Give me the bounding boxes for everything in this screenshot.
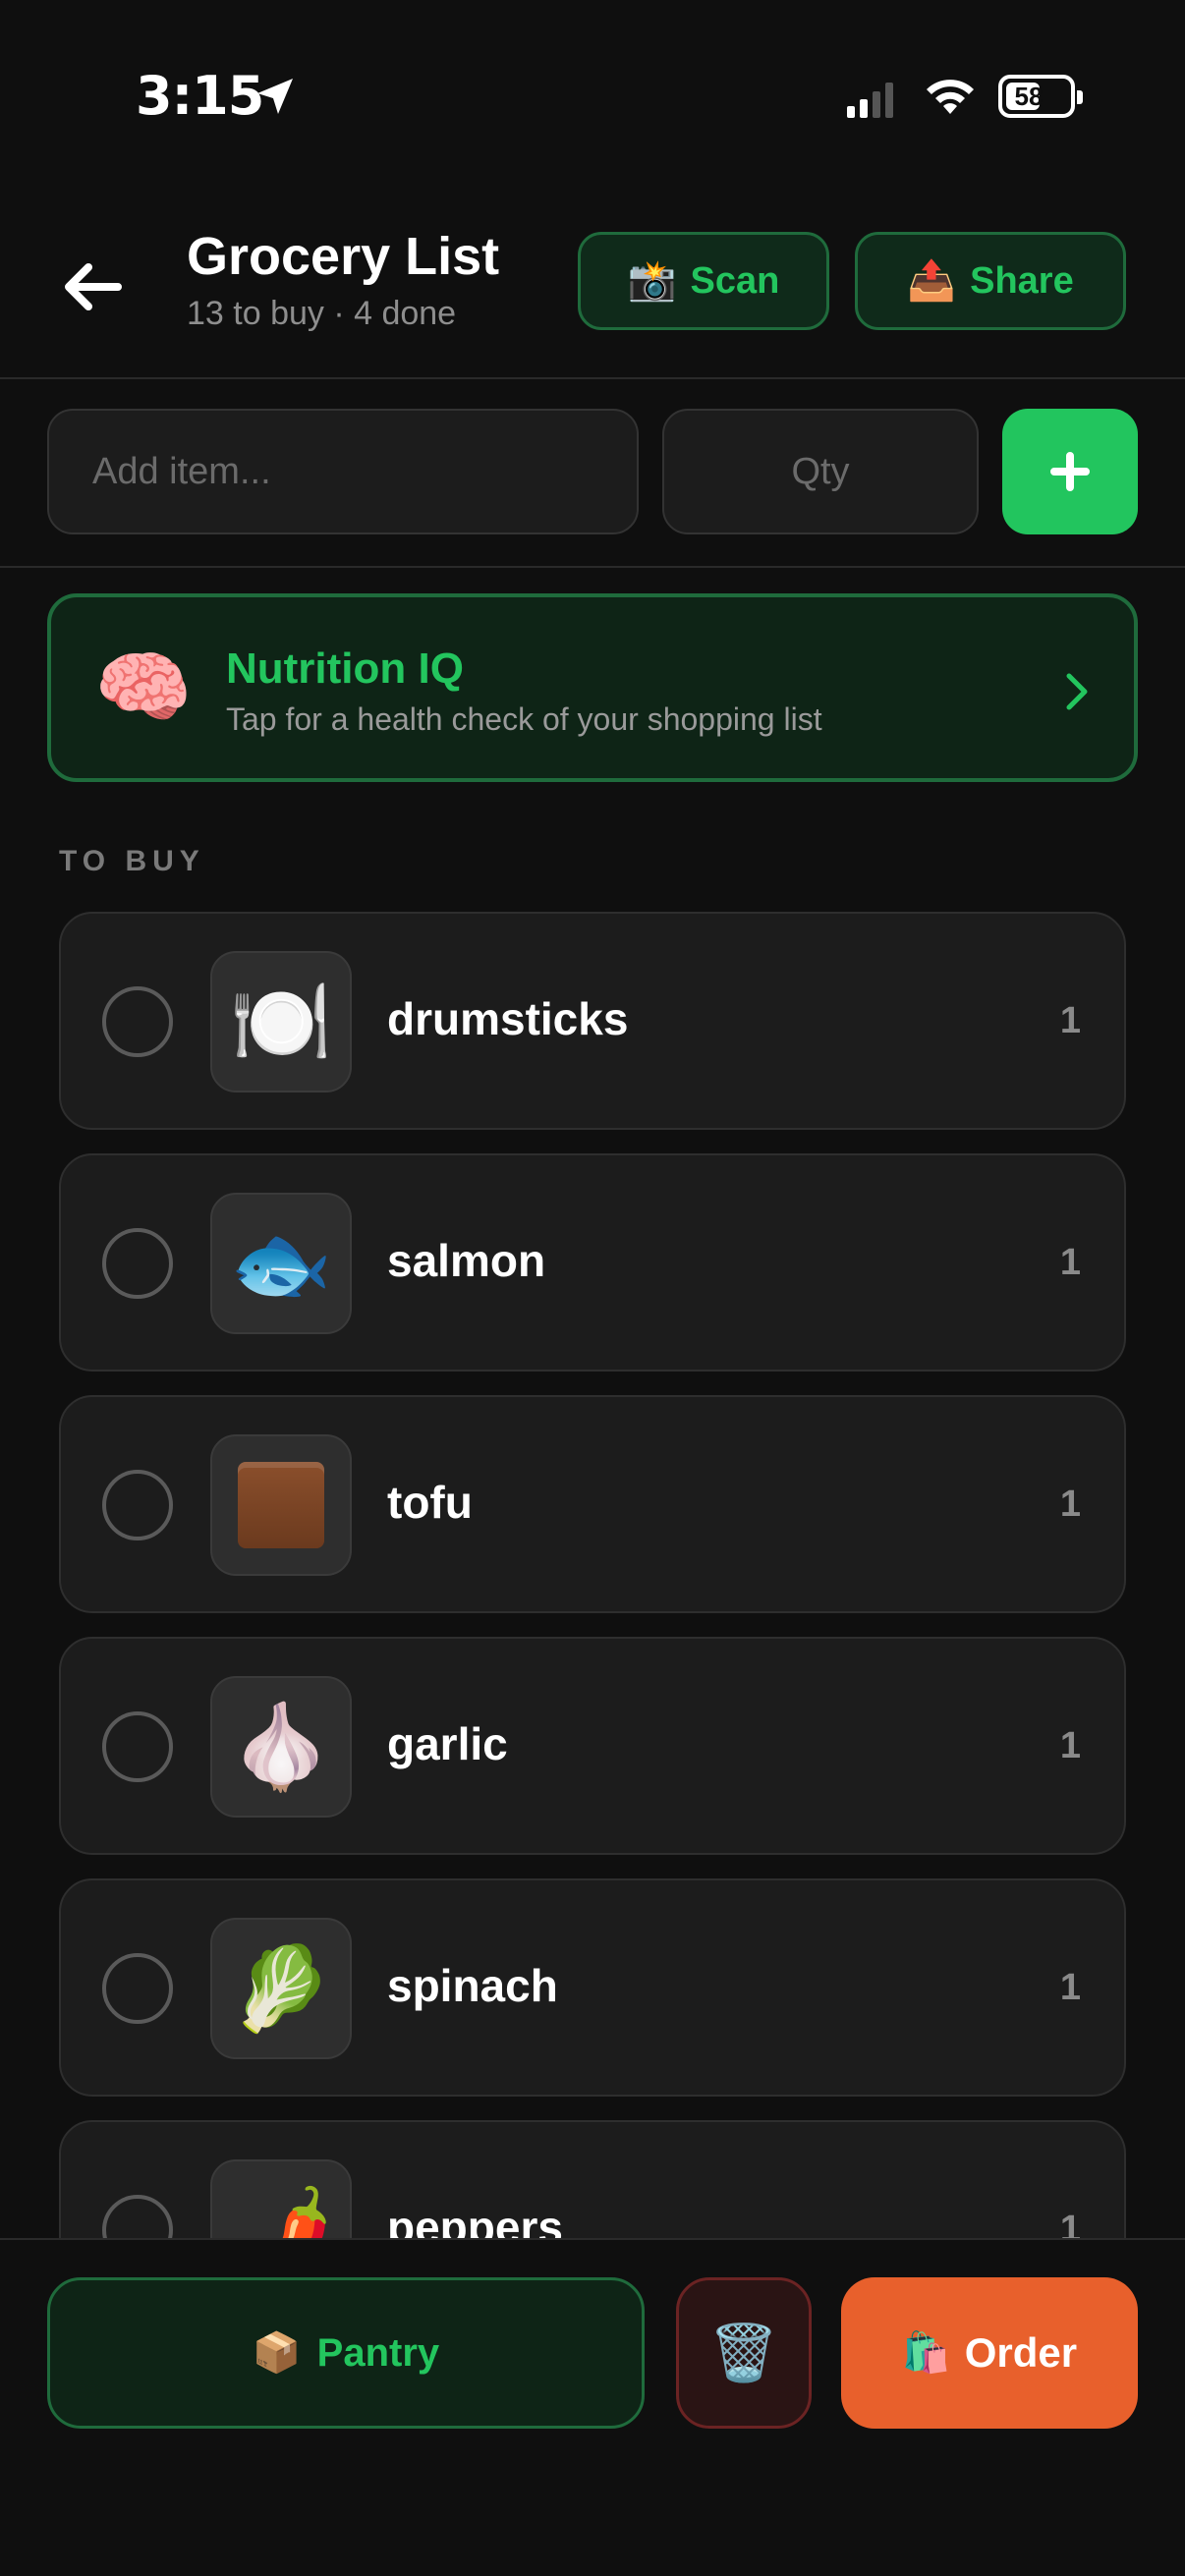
item-checkbox[interactable] (102, 1711, 173, 1782)
list-item[interactable]: 🌶️ peppers 1 (59, 2120, 1126, 2238)
camera-flash-icon: 📸 (627, 259, 677, 303)
item-quantity: 1 (1059, 1000, 1081, 1041)
item-name: tofu (387, 1477, 473, 1528)
list-item[interactable]: 🧄 garlic 1 (59, 1637, 1126, 1855)
item-quantity: 1 (1059, 1725, 1081, 1766)
battery-icon: 58 (998, 75, 1083, 118)
plus-icon (1050, 452, 1090, 491)
nutrition-title: Nutrition IQ (226, 644, 464, 693)
item-icon-box: 🥬 (210, 1918, 352, 2059)
grocery-list-screen: 3:15 58 Grocery List 13 to buy · 4 done … (0, 0, 1185, 2576)
list-item[interactable]: 🐟 salmon 1 (59, 1153, 1126, 1372)
location-arrow-icon (257, 79, 293, 114)
brain-icon: 🧠 (94, 644, 193, 731)
item-icon-box: 🌶️ (210, 2159, 352, 2238)
scan-button[interactable]: 📸 Scan (578, 232, 829, 330)
battery-percent: 58 (1014, 81, 1044, 111)
add-item-row (0, 381, 1185, 568)
share-button[interactable]: 📤 Share (855, 232, 1126, 330)
arrow-left-icon (65, 263, 122, 310)
shopping-bags-icon: 🛍️ (901, 2331, 951, 2375)
quantity-input[interactable] (662, 409, 979, 534)
scan-label: Scan (690, 259, 780, 302)
item-icon-box: 🐟 (210, 1193, 352, 1334)
nutrition-iq-card[interactable]: 🧠 Nutrition IQ Tap for a health check of… (47, 593, 1138, 782)
item-name: drumsticks (387, 993, 629, 1044)
plate-icon: 🍽️ (229, 976, 333, 1068)
to-buy-list[interactable]: 🍽️ drumsticks 1 🐟 salmon 1 tofu 1 🧄 garl… (0, 904, 1185, 2238)
clear-list-button[interactable]: 🗑️ (676, 2277, 812, 2429)
item-checkbox[interactable] (102, 1228, 173, 1299)
garlic-icon: 🧄 (229, 1701, 333, 1793)
nutrition-subtitle: Tap for a health check of your shopping … (226, 701, 822, 737)
list-summary: 13 to buy · 4 done (187, 295, 457, 332)
outbox-tray-icon: 📤 (907, 259, 957, 303)
cellular-signal-icon (847, 83, 893, 118)
package-icon: 📦 (252, 2331, 302, 2375)
item-icon-box: 🧄 (210, 1676, 352, 1818)
battery-nub (1077, 90, 1083, 104)
pantry-label: Pantry (316, 2330, 440, 2375)
wastebasket-icon: 🗑️ (709, 2322, 778, 2383)
item-quantity: 1 (1059, 2209, 1081, 2238)
wifi-icon (927, 80, 974, 114)
status-bar: 3:15 58 (0, 0, 1185, 196)
section-label-to-buy: TO BUY (59, 845, 205, 877)
item-quantity: 1 (1059, 1967, 1081, 2008)
pepper-icon: 🌶️ (229, 2184, 333, 2238)
item-checkbox[interactable] (102, 1953, 173, 2024)
item-name: spinach (387, 1960, 558, 2011)
fish-icon: 🐟 (229, 1217, 333, 1310)
item-checkbox[interactable] (102, 2195, 173, 2238)
pantry-button[interactable]: 📦 Pantry (47, 2277, 645, 2429)
tofu-icon (238, 1462, 324, 1548)
add-item-input[interactable] (47, 409, 639, 534)
item-icon-box (210, 1434, 352, 1576)
add-row-divider (0, 566, 1185, 568)
add-item-button[interactable] (1002, 409, 1138, 534)
item-name: salmon (387, 1235, 546, 1286)
share-label: Share (970, 259, 1074, 302)
status-time: 3:15 (136, 65, 264, 127)
bottom-action-bar: 📦 Pantry 🗑️ 🛍️ Order (0, 2238, 1185, 2576)
leafy-green-icon: 🥬 (229, 1942, 333, 2035)
list-item[interactable]: 🥬 spinach 1 (59, 1878, 1126, 2097)
item-icon-box: 🍽️ (210, 951, 352, 1092)
list-item[interactable]: tofu 1 (59, 1395, 1126, 1613)
header: Grocery List 13 to buy · 4 done 📸 Scan 📤… (0, 196, 1185, 379)
chevron-right-icon (1066, 673, 1088, 710)
order-label: Order (964, 2329, 1078, 2376)
header-divider (0, 377, 1185, 379)
item-quantity: 1 (1059, 1484, 1081, 1525)
page-title: Grocery List (187, 227, 500, 286)
list-item[interactable]: 🍽️ drumsticks 1 (59, 912, 1126, 1130)
back-button[interactable] (51, 246, 134, 328)
item-checkbox[interactable] (102, 1470, 173, 1540)
item-checkbox[interactable] (102, 986, 173, 1057)
item-name: peppers (387, 2202, 563, 2238)
item-quantity: 1 (1059, 1242, 1081, 1283)
order-button[interactable]: 🛍️ Order (841, 2277, 1138, 2429)
item-name: garlic (387, 1718, 508, 1769)
